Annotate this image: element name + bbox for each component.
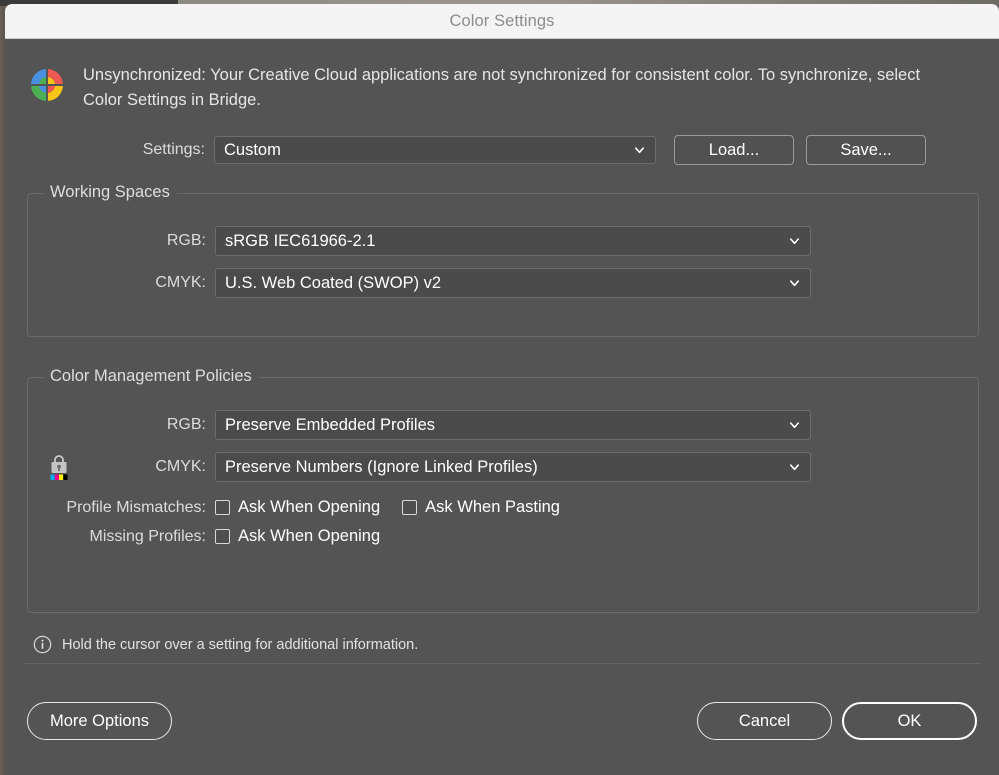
mismatch-ask-when-opening-checkbox[interactable]: Ask When Opening — [215, 498, 380, 517]
footer-actions: Cancel OK — [697, 702, 977, 740]
chevron-down-icon — [634, 147, 645, 154]
working-spaces-rgb-value: sRGB IEC61966-2.1 — [225, 231, 376, 250]
chevron-down-icon — [789, 464, 800, 471]
mismatch-ask-when-pasting-checkbox[interactable]: Ask When Pasting — [402, 498, 560, 517]
working-spaces-rgb-select[interactable]: sRGB IEC61966-2.1 — [215, 226, 811, 256]
save-button[interactable]: Save... — [806, 135, 926, 165]
settings-preset-value: Custom — [224, 140, 281, 159]
color-settings-dialog: Color Settings Unsynchronized: Your Crea… — [5, 4, 999, 775]
creative-cloud-color-wheel-icon — [27, 65, 67, 105]
working-spaces-rgb-row: RGB: sRGB IEC61966-2.1 — [28, 226, 978, 256]
policies-cmyk-value: Preserve Numbers (Ignore Linked Profiles… — [225, 457, 538, 476]
mismatch-ask-when-pasting-label: Ask When Pasting — [425, 498, 560, 516]
working-spaces-cmyk-select[interactable]: U.S. Web Coated (SWOP) v2 — [215, 268, 811, 298]
policies-cmyk-select[interactable]: Preserve Numbers (Ignore Linked Profiles… — [215, 452, 811, 482]
policies-rgb-label: RGB: — [166, 416, 206, 433]
policies-rgb-row: RGB: Preserve Embedded Profiles — [28, 410, 978, 440]
settings-label: Settings: — [142, 141, 205, 158]
dialog-content: Unsynchronized: Your Creative Cloud appl… — [5, 39, 999, 654]
policies-rgb-select[interactable]: Preserve Embedded Profiles — [215, 410, 811, 440]
lock-cmyk-icon — [46, 453, 72, 481]
sync-status-banner: Unsynchronized: Your Creative Cloud appl… — [5, 39, 999, 113]
hint-text: Hold the cursor over a setting for addit… — [62, 636, 419, 653]
load-button[interactable]: Load... — [674, 135, 794, 165]
working-spaces-legend: Working Spaces — [43, 183, 177, 202]
chevron-down-icon — [789, 422, 800, 429]
settings-preset-row: Settings: Custom Load... Save... — [5, 135, 999, 165]
missing-profiles-label: Missing Profiles: — [89, 527, 206, 545]
policies-legend: Color Management Policies — [43, 367, 259, 386]
ok-button[interactable]: OK — [842, 702, 977, 740]
missing-ask-when-opening-checkbox[interactable]: Ask When Opening — [215, 527, 380, 546]
checkbox-box — [402, 500, 418, 515]
checkbox-box — [215, 500, 230, 515]
chevron-down-icon — [789, 238, 800, 245]
missing-ask-when-opening-label: Ask When Opening — [238, 527, 381, 545]
color-management-policies-group: Color Management Policies RGB: Preserve … — [27, 367, 979, 613]
settings-preset-select[interactable]: Custom — [214, 136, 656, 164]
sync-status-message: Unsynchronized: Your Creative Cloud appl… — [83, 66, 921, 109]
working-spaces-cmyk-value: U.S. Web Coated (SWOP) v2 — [225, 273, 442, 292]
checkbox-box — [215, 529, 230, 544]
working-spaces-cmyk-label: CMYK: — [155, 274, 206, 291]
hint-row: Hold the cursor over a setting for addit… — [33, 635, 999, 654]
dialog-titlebar[interactable]: Color Settings — [5, 4, 999, 39]
working-spaces-rgb-label: RGB: — [166, 232, 206, 249]
more-options-button[interactable]: More Options — [27, 702, 173, 740]
working-spaces-group: Working Spaces RGB: sRGB IEC61966-2.1 CM… — [27, 183, 979, 337]
cancel-button[interactable]: Cancel — [697, 702, 832, 740]
profile-mismatches-label: Profile Mismatches: — [66, 498, 206, 516]
policies-rgb-value: Preserve Embedded Profiles — [225, 415, 436, 434]
footer-divider — [25, 663, 981, 664]
info-circle-icon — [33, 635, 52, 654]
dialog-footer: More Options Cancel OK — [5, 696, 999, 746]
dialog-title: Color Settings — [449, 11, 555, 30]
working-spaces-cmyk-row: CMYK: U.S. Web Coated (SWOP) v2 — [28, 268, 978, 298]
mismatch-ask-when-opening-label: Ask When Opening — [238, 498, 381, 516]
policies-cmyk-row: CMYK: Preserve Numbers (Ignore Linked Pr… — [28, 452, 978, 482]
missing-profiles-row: Missing Profiles: Ask When Opening — [28, 527, 978, 546]
profile-mismatches-row: Profile Mismatches: Ask When Opening Ask… — [28, 498, 978, 517]
chevron-down-icon — [789, 280, 800, 287]
